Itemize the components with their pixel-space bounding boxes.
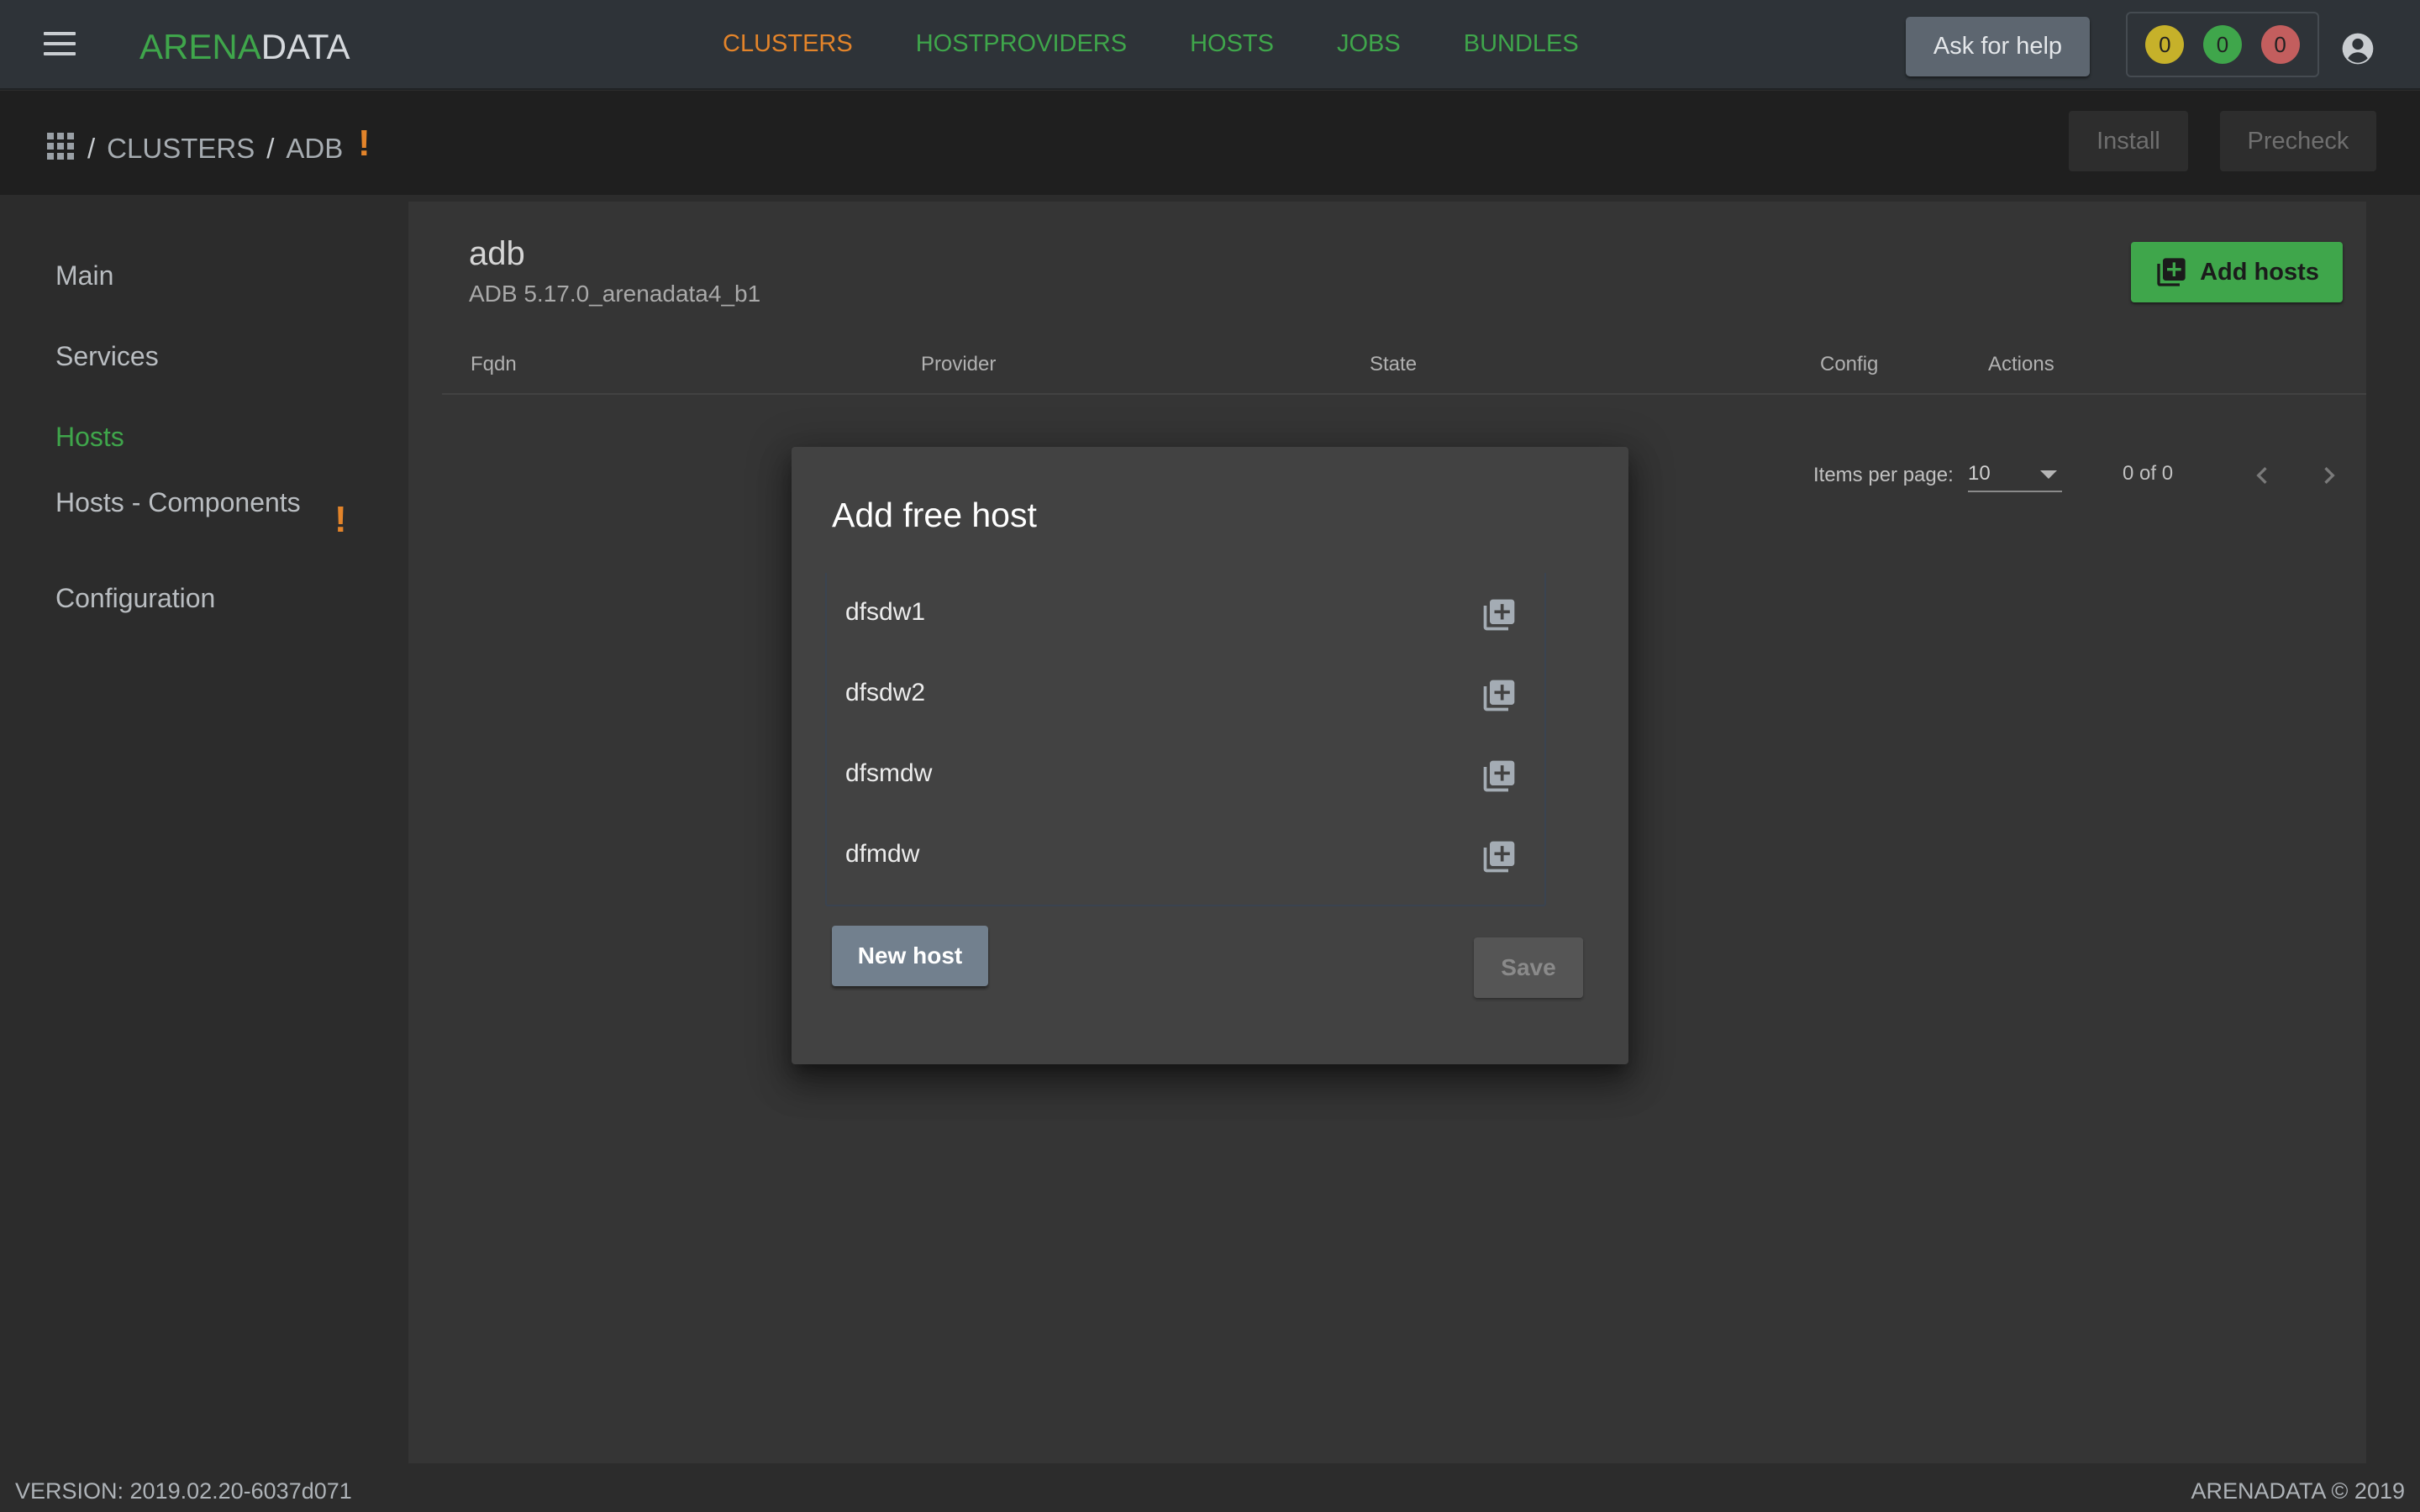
sidebar-item-hosts[interactable]: Hosts	[55, 422, 124, 453]
add-hosts-button[interactable]: Add hosts	[2131, 242, 2343, 302]
add-to-queue-icon	[2157, 258, 2186, 286]
list-item[interactable]: dfsmdw	[827, 734, 1548, 815]
nav-hosts[interactable]: HOSTS	[1190, 30, 1274, 58]
dialog-title: Add free host	[832, 496, 1037, 534]
version-text: VERSION: 2019.02.20-6037d071	[15, 1478, 352, 1504]
host-name: dfmdw	[845, 840, 920, 868]
nav-clusters[interactable]: CLUSTERS	[723, 30, 853, 58]
main-nav: CLUSTERS HOSTPROVIDERS HOSTS JOBS BUNDLE…	[723, 30, 1642, 58]
new-host-button[interactable]: New host	[832, 926, 988, 986]
job-status-counters: 0 0 0	[2126, 12, 2319, 77]
dropdown-arrow-icon	[2040, 470, 2057, 479]
add-hosts-label: Add hosts	[2200, 258, 2319, 286]
column-actions: Actions	[1988, 353, 2054, 375]
items-per-page-label: Items per page:	[1813, 464, 1954, 486]
breadcrumb-adb[interactable]: ADB	[286, 133, 343, 165]
install-button[interactable]: Install	[2069, 111, 2188, 171]
host-name: dfsdw1	[845, 598, 926, 626]
logo-part1: ARENA	[139, 27, 261, 66]
menu-icon[interactable]	[44, 32, 76, 57]
list-item[interactable]: dfsdw1	[827, 573, 1548, 654]
sidebar	[0, 195, 408, 1472]
sidebar-item-configuration[interactable]: Configuration	[55, 583, 215, 614]
breadcrumb-clusters[interactable]: CLUSTERS	[107, 133, 255, 165]
top-navbar: ARENADATA CLUSTERS HOSTPROVIDERS HOSTS J…	[0, 0, 2420, 90]
breadcrumb-separator: /	[87, 133, 96, 164]
host-name: dfsmdw	[845, 759, 933, 787]
list-item[interactable]: dfsdw2	[827, 654, 1548, 734]
sidebar-item-main[interactable]: Main	[55, 260, 113, 291]
list-item[interactable]: dfmdw	[827, 815, 1548, 895]
account-icon[interactable]	[2339, 30, 2376, 67]
nav-hostproviders[interactable]: HOSTPROVIDERS	[916, 30, 1127, 58]
next-page-icon[interactable]	[2312, 459, 2346, 492]
host-name: dfsdw2	[845, 679, 926, 706]
add-host-icon[interactable]	[1481, 838, 1518, 875]
column-fqdn[interactable]: Fqdn	[471, 353, 517, 376]
add-host-icon[interactable]	[1481, 677, 1518, 714]
counter-running[interactable]: 0	[2145, 25, 2185, 64]
counter-success[interactable]: 0	[2202, 25, 2242, 64]
copyright-text: ARENADATA © 2019	[2191, 1478, 2406, 1504]
nav-jobs[interactable]: JOBS	[1337, 30, 1401, 58]
logo[interactable]: ARENADATA	[139, 27, 350, 67]
column-config: Config	[1820, 353, 1879, 375]
nav-bundles[interactable]: BUNDLES	[1464, 30, 1579, 58]
items-per-page-value: 10	[1968, 462, 1991, 485]
add-free-host-dialog: Add free host dfsdw1 dfsdw2 dfsmdw dfmdw	[792, 447, 1628, 1064]
cluster-version: ADB 5.17.0_arenadata4_b1	[469, 281, 761, 307]
logo-part2: DATA	[260, 27, 350, 66]
add-host-icon[interactable]	[1481, 758, 1518, 795]
apps-grid-icon[interactable]	[47, 133, 74, 160]
column-state[interactable]: State	[1370, 353, 1417, 376]
counter-failed[interactable]: 0	[2260, 25, 2300, 64]
breadcrumb-warning-icon[interactable]: !	[358, 123, 371, 165]
ask-for-help-button[interactable]: Ask for help	[1906, 17, 2090, 76]
hosts-components-warning-icon: !	[334, 499, 347, 540]
previous-page-icon[interactable]	[2245, 459, 2279, 492]
sidebar-item-hosts-components[interactable]: Hosts - Components	[55, 487, 301, 518]
items-per-page-select[interactable]: 10	[1968, 462, 2062, 492]
footer: VERSION: 2019.02.20-6037d071 ARENADATA ©…	[0, 1472, 2420, 1512]
breadcrumb: / CLUSTERS / ADB	[87, 133, 343, 165]
sidebar-item-services[interactable]: Services	[55, 341, 159, 372]
column-provider[interactable]: Provider	[921, 353, 996, 376]
paginator-range: 0 of 0	[2123, 462, 2174, 485]
breadcrumb-separator: /	[266, 133, 275, 164]
precheck-button[interactable]: Precheck	[2220, 111, 2376, 171]
save-button[interactable]: Save	[1474, 937, 1583, 998]
page-title: adb	[469, 235, 525, 272]
add-host-icon[interactable]	[1481, 596, 1518, 633]
free-host-list: dfsdw1 dfsdw2 dfsmdw dfmdw	[825, 573, 1546, 906]
table-header: Fqdn Provider State Config Actions	[442, 353, 2366, 395]
